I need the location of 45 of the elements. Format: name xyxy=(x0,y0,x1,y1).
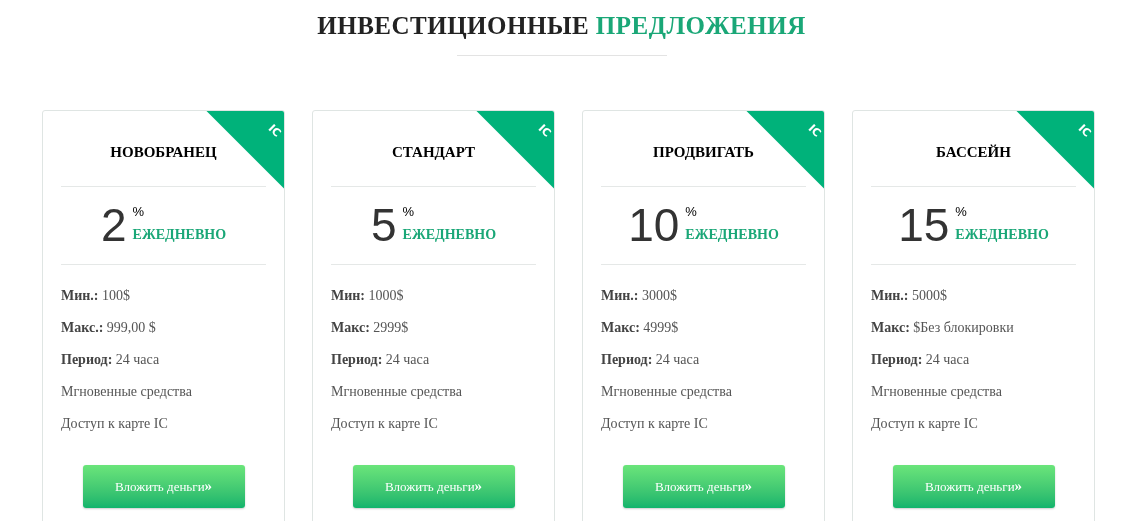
invest-button[interactable]: Вложить деньги» xyxy=(622,464,785,508)
rate-value: 5 xyxy=(370,202,397,248)
percent-sign: % xyxy=(955,205,967,218)
plan-feature: Макс: 2999$ xyxy=(331,318,410,337)
plan-feature: Макс: 4999$ xyxy=(601,318,680,337)
plan-feature: Мгновенные средства xyxy=(871,382,1003,401)
invest-button[interactable]: Вложить деньги» xyxy=(892,464,1055,508)
plan-name: СТАНДАРТ xyxy=(391,142,476,162)
plan-feature: Мгновенные средства xyxy=(331,382,463,401)
corner-label: IC xyxy=(804,120,824,141)
plan-feature: Мгновенные средства xyxy=(61,382,193,401)
plan-feature: Мин.: 100$ xyxy=(61,286,131,305)
invest-button[interactable]: Вложить деньги» xyxy=(82,464,245,508)
plan-feature: Мин.: 5000$ xyxy=(871,286,948,305)
section-title: ИНВЕСТИЦИОННЫЕ ПРЕДЛОЖЕНИЯ xyxy=(317,11,806,41)
plan-feature: Период: 24 часа xyxy=(331,350,431,369)
rate-value: 2 xyxy=(100,202,127,248)
plan-feature: Доступ к карте IC xyxy=(331,414,439,433)
plan-feature: Доступ к карте IC xyxy=(61,414,169,433)
plan-feature: Мгновенные средства xyxy=(601,382,733,401)
rate-period: ЕЖЕДНЕВНО xyxy=(132,226,227,244)
plan-feature: Период: 24 часа xyxy=(61,350,161,369)
plan-feature: Период: 24 часа xyxy=(601,350,701,369)
plan-feature: Макс: $Без блокировки xyxy=(871,318,1015,337)
plan-name: БАССЕЙН xyxy=(936,142,1011,162)
percent-sign: % xyxy=(685,205,697,218)
corner-label: IC xyxy=(264,120,284,141)
rate-period: ЕЖЕДНЕВНО xyxy=(955,226,1049,244)
rate-period: ЕЖЕДНЕВНО xyxy=(402,226,497,244)
plan-feature: Макс.: 999,00 $ xyxy=(61,318,157,337)
rate-value: 10 xyxy=(628,202,680,248)
percent-sign: % xyxy=(132,205,145,218)
invest-button[interactable]: Вложить деньги» xyxy=(352,464,515,508)
percent-sign: % xyxy=(402,205,415,218)
plan-name: НОВОБРАНЕЦ xyxy=(110,142,217,162)
plan-feature: Доступ к карте IC xyxy=(601,414,709,433)
plan-feature: Период: 24 часа xyxy=(871,350,971,369)
plan-feature: Мин: 1000$ xyxy=(331,286,405,305)
corner-label: IC xyxy=(1074,120,1094,141)
plan-feature: Доступ к карте IC xyxy=(871,414,979,433)
corner-label: IC xyxy=(534,120,554,141)
rate-period: ЕЖЕДНЕВНО xyxy=(685,226,779,244)
rate-value: 15 xyxy=(898,202,950,248)
plan-feature: Мин.: 3000$ xyxy=(601,286,678,305)
plan-name: ПРОДВИГАТЬ xyxy=(653,142,754,162)
